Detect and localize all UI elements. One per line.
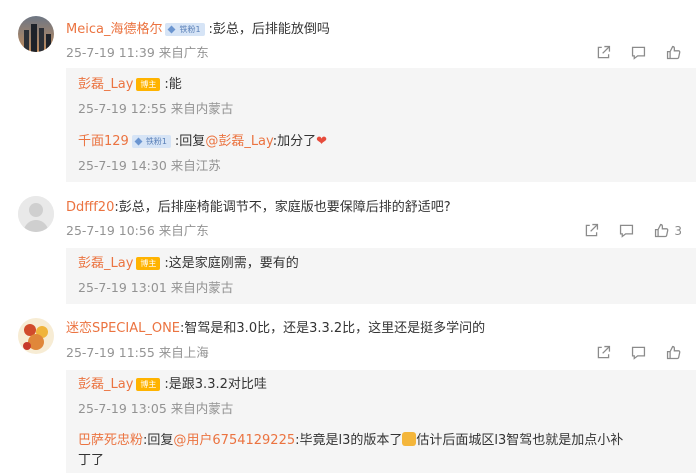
reply-meta: 25-7-19 13:05 来自内蒙古 <box>78 400 233 418</box>
reply-line: 千面129 铁粉1:回复@彭磊_Lay:加分了❤ <box>78 133 327 151</box>
emoji-icon <box>402 432 417 446</box>
location: 来自江苏 <box>170 158 221 173</box>
comment-icon[interactable] <box>630 344 647 361</box>
like-button[interactable]: 3 <box>653 222 682 239</box>
reply-text-wrap: 丁了 <box>78 453 105 468</box>
comment-meta: 25-7-19 11:39 来自广东 <box>66 44 209 62</box>
username[interactable]: 巴萨死忠粉 <box>78 433 143 448</box>
comment-meta: 25-7-19 10:56 来自广东 <box>66 222 209 240</box>
location: 来自上海 <box>158 345 209 360</box>
reply-meta: 25-7-19 14:30 来自江苏 <box>78 157 221 175</box>
comment-text: :彭总，后排座椅能调节不，家庭版也要保障后排的舒适吧? <box>114 200 451 215</box>
timestamp: 25-7-19 14:30 <box>78 158 167 173</box>
location: 来自广东 <box>158 223 209 238</box>
reply-list: 彭磊_Lay 博主:这是家庭刚需，要有的 25-7-19 13:01 来自内蒙古 <box>66 248 696 304</box>
mention-link[interactable]: @用户6754129225 <box>173 433 295 448</box>
like-icon[interactable] <box>665 344 682 361</box>
reply-line-wrap: 丁了 <box>78 452 104 470</box>
location: 来自广东 <box>158 45 209 60</box>
reply-prefix: :回复 <box>174 134 206 149</box>
username[interactable]: Ddfff20 <box>66 200 114 215</box>
fan-badge[interactable]: 铁粉1 <box>131 135 171 148</box>
mention-link[interactable]: @彭磊_Lay <box>205 134 272 149</box>
comment-line: Ddfff20:彭总，后排座椅能调节不，家庭版也要保障后排的舒适吧? <box>66 199 451 217</box>
host-badge: 博主 <box>136 257 161 270</box>
comment-icon[interactable] <box>618 222 635 239</box>
timestamp: 25-7-19 11:55 <box>66 345 155 360</box>
timestamp: 25-7-19 10:56 <box>66 223 155 238</box>
reply-line: 彭磊_Lay 博主:这是家庭刚需，要有的 <box>78 255 299 273</box>
fan-badge[interactable]: 铁粉1 <box>165 23 205 36</box>
like-icon[interactable] <box>665 44 682 61</box>
username[interactable]: 彭磊_Lay <box>78 377 133 392</box>
heart-icon: ❤ <box>316 134 328 149</box>
reply-line: 彭磊_Lay 博主:是跟3.3.2对比哇 <box>78 376 267 394</box>
host-badge: 博主 <box>136 78 161 91</box>
comment-line: 迷恋SPECIAL_ONE:智驾是和3.0比，还是3.3.2比，这里还是挺多学问… <box>66 320 485 338</box>
comment-actions <box>595 44 682 61</box>
username[interactable]: 彭磊_Lay <box>78 77 133 92</box>
reply-text: :毕竟是l3的版本了 <box>295 433 403 448</box>
username[interactable]: Meica_海德格尔 <box>66 22 162 37</box>
reply-text-continued: 估计后面城区l3智驾也就是加点小补 <box>416 433 624 448</box>
avatar[interactable] <box>18 318 54 354</box>
reply-line: 巴萨死忠粉:回复@用户6754129225:毕竟是l3的版本了 估计后面城区l3智… <box>78 432 688 450</box>
comment-text: :彭总，后排能放倒吗 <box>208 22 330 37</box>
comment-actions <box>595 344 682 361</box>
reply-text: :是跟3.3.2对比哇 <box>164 377 267 392</box>
username[interactable]: 彭磊_Lay <box>78 256 133 271</box>
share-icon[interactable] <box>583 222 600 239</box>
reply-list: 彭磊_Lay 博主:能 25-7-19 12:55 来自内蒙古 千面129 铁粉1:… <box>66 68 696 182</box>
timestamp: 25-7-19 13:05 <box>78 401 167 416</box>
reply-line: 彭磊_Lay 博主:能 <box>78 76 182 94</box>
comment-icon[interactable] <box>630 44 647 61</box>
share-icon[interactable] <box>595 44 612 61</box>
host-badge: 博主 <box>136 378 161 391</box>
comment-text: :智驾是和3.0比，还是3.3.2比，这里还是挺多学问的 <box>180 321 486 336</box>
reply-prefix: :回复 <box>143 433 174 448</box>
timestamp: 25-7-19 13:01 <box>78 280 167 295</box>
reply-text: :加分了 <box>272 134 317 149</box>
location: 来自内蒙古 <box>170 401 234 416</box>
reply-text: :能 <box>164 77 182 92</box>
timestamp: 25-7-19 11:39 <box>66 45 155 60</box>
like-icon <box>655 223 669 238</box>
avatar[interactable] <box>18 196 54 232</box>
comment-meta: 25-7-19 11:55 来自上海 <box>66 344 209 362</box>
share-icon[interactable] <box>595 344 612 361</box>
location: 来自内蒙古 <box>170 280 234 295</box>
reply-meta: 25-7-19 12:55 来自内蒙古 <box>78 100 233 118</box>
username[interactable]: 千面129 <box>78 134 129 149</box>
username[interactable]: 迷恋SPECIAL_ONE <box>66 321 180 336</box>
reply-meta: 25-7-19 13:01 来自内蒙古 <box>78 279 233 297</box>
reply-list: 彭磊_Lay 博主:是跟3.3.2对比哇 25-7-19 13:05 来自内蒙古 … <box>66 370 696 473</box>
timestamp: 25-7-19 12:55 <box>78 101 167 116</box>
location: 来自内蒙古 <box>170 101 234 116</box>
comment-actions: 3 <box>583 222 682 239</box>
avatar[interactable] <box>18 16 54 52</box>
reply-text: :这是家庭刚需，要有的 <box>164 256 299 271</box>
like-count: 3 <box>674 223 682 238</box>
comment-line: Meica_海德格尔 铁粉1:彭总，后排能放倒吗 <box>66 21 330 39</box>
